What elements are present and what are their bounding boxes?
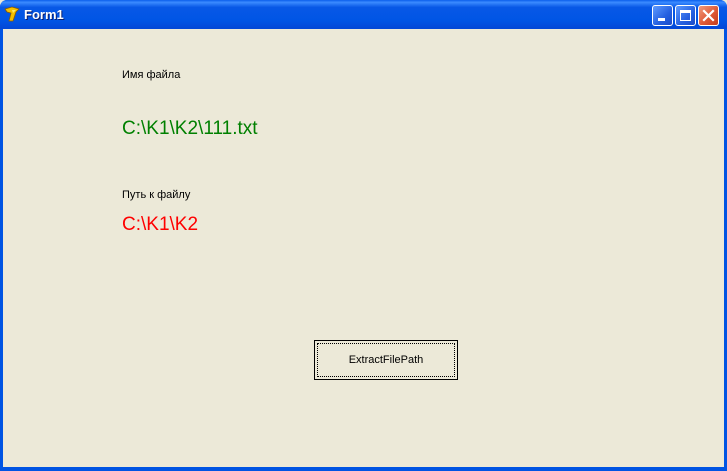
maximize-button[interactable] bbox=[675, 5, 696, 26]
file-path-label: Путь к файлу bbox=[122, 189, 191, 201]
maximize-icon bbox=[680, 10, 691, 21]
close-button[interactable] bbox=[698, 5, 719, 26]
form-client-area: Имя файла C:\K1\K2\111.txt Путь к файлу … bbox=[3, 29, 724, 467]
window-bottom-border bbox=[0, 467, 727, 471]
file-name-label: Имя файла bbox=[122, 69, 181, 81]
delphi-icon[interactable] bbox=[4, 6, 20, 22]
file-path-value: C:\K1\K2 bbox=[122, 214, 199, 235]
extract-file-path-button-label: ExtractFilePath bbox=[317, 343, 455, 377]
minimize-icon bbox=[658, 18, 665, 21]
minimize-button[interactable] bbox=[652, 5, 673, 26]
window-title: Form1 bbox=[24, 7, 64, 22]
app-window: Form1 Имя файла C:\K1\K2\111.txt Путь к … bbox=[0, 0, 727, 471]
extract-file-path-button[interactable]: ExtractFilePath bbox=[314, 340, 458, 380]
title-bar[interactable]: Form1 bbox=[0, 0, 727, 29]
close-icon bbox=[702, 9, 715, 22]
file-name-value: C:\K1\K2\111.txt bbox=[122, 118, 258, 139]
